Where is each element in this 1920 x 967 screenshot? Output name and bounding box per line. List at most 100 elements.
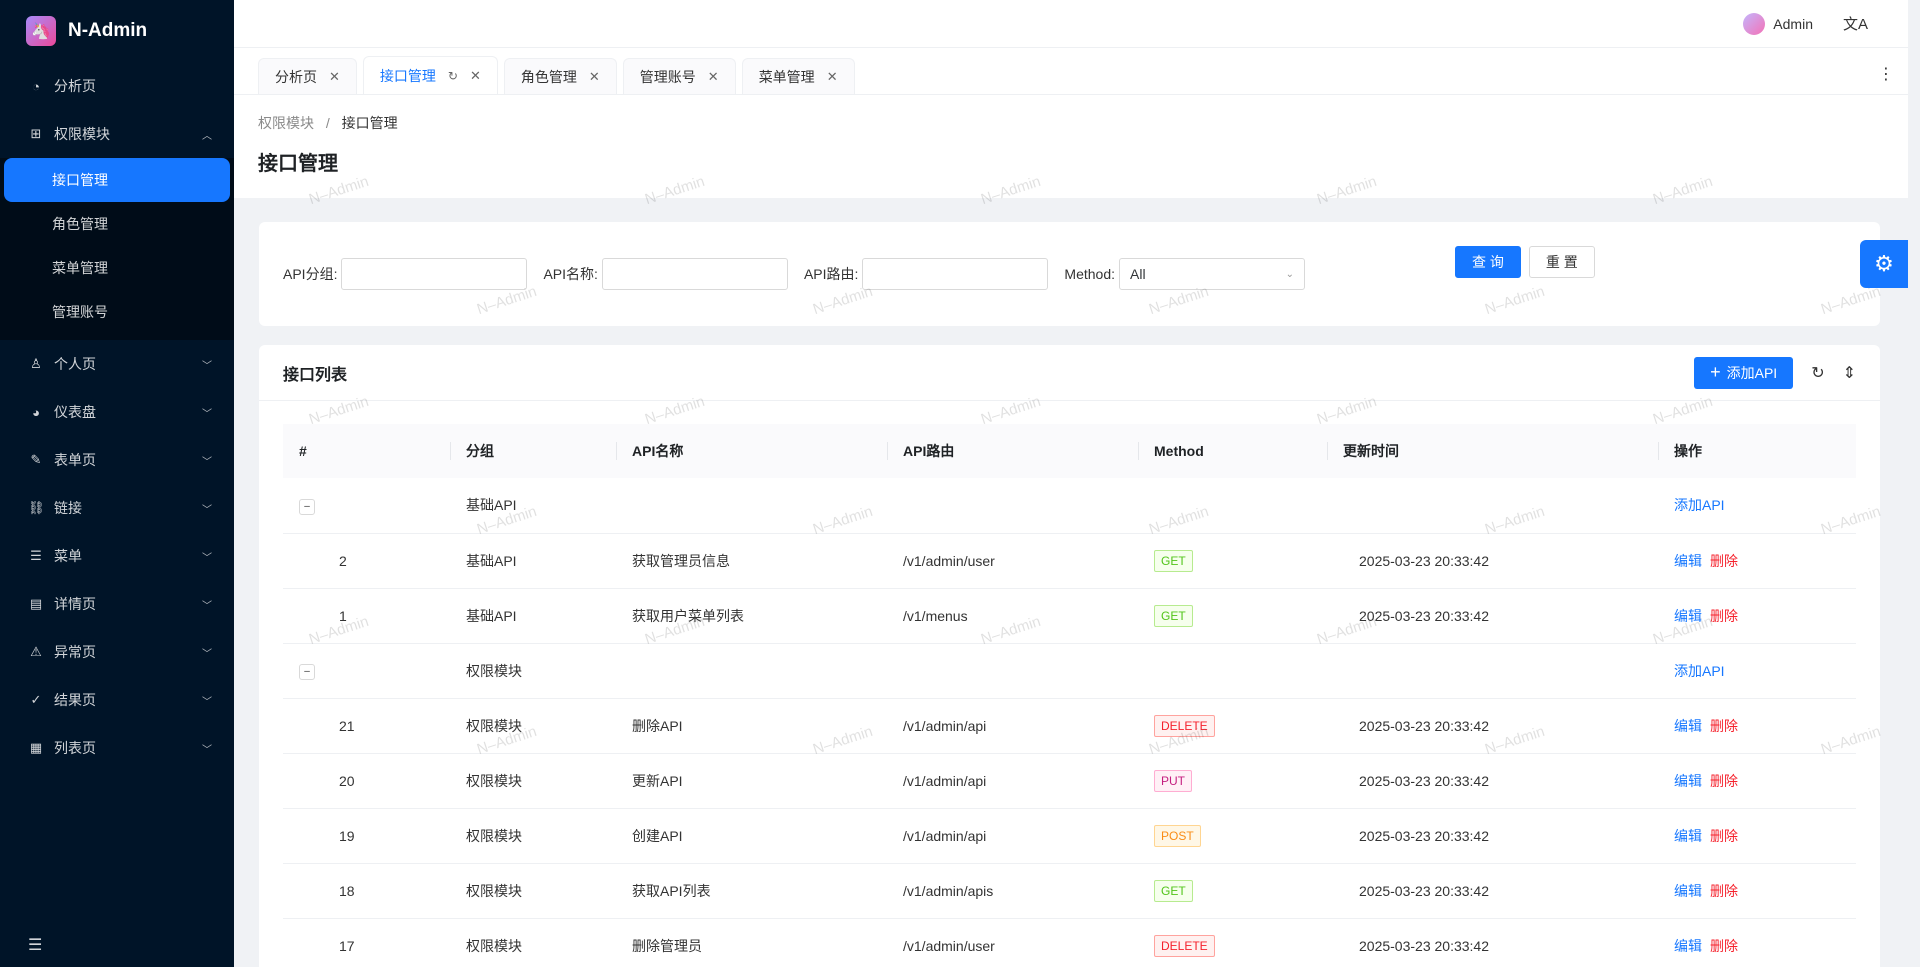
close-icon[interactable]: ✕: [827, 69, 838, 85]
api-path-input[interactable]: [862, 258, 1049, 290]
method-cell: DELETE: [1138, 698, 1327, 754]
chevron-down-icon: ﹀: [202, 456, 212, 468]
collapse-sidebar-icon[interactable]: ☰: [28, 935, 42, 955]
group-cell: 权限模块: [450, 918, 616, 967]
id-cell: 2: [283, 533, 450, 589]
sidebar-subitem-0[interactable]: 接口管理: [4, 158, 230, 202]
profile-icon: ▤: [29, 596, 43, 611]
tab-4[interactable]: 菜单管理 ✕: [741, 58, 855, 94]
refresh-icon[interactable]: ↻: [1811, 363, 1824, 383]
api-name-input[interactable]: [601, 258, 788, 290]
list-icon: ☰: [30, 548, 42, 563]
reload-icon[interactable]: ↻: [448, 69, 458, 83]
table-row: 20 权限模块 更新API/v1/admin/api PUT 2025-03-23 20…: [283, 753, 1856, 809]
sidebar-item-0[interactable]: ◔ 分析页: [0, 62, 234, 110]
tab-0[interactable]: 分析页 ✕: [258, 58, 357, 94]
collapse-row-icon[interactable]: –: [299, 663, 315, 680]
chevron-down-icon: ﹀: [202, 744, 212, 756]
sidebar-item-label: 仪表盘: [54, 404, 96, 420]
sidebar-item-3[interactable]: ◕ 仪表盘 ﹀: [0, 388, 234, 436]
group-cell: 权限模块: [450, 698, 616, 754]
add-api-row-link[interactable]: 添加API: [1674, 663, 1725, 679]
sidebar-subitem-1[interactable]: 角色管理: [0, 202, 234, 246]
logo[interactable]: 🦄 N-Admin: [0, 0, 234, 62]
sidebar-item-label: 结果页: [54, 692, 96, 708]
close-icon[interactable]: ✕: [329, 69, 340, 85]
api-name-label: API名称:: [543, 266, 598, 282]
collapse-row-icon[interactable]: –: [299, 498, 315, 515]
sidebar-item-4[interactable]: ✎ 表单页 ﹀: [0, 436, 234, 484]
tab-list: 分析页 ✕ 接口管理 ↻ ✕ 角色管理 ✕ 管理账号 ✕ 菜单管理 ✕: [258, 56, 861, 94]
sidebar-item-9[interactable]: ✓ 结果页 ﹀: [0, 676, 234, 724]
breadcrumb-separator: /: [325, 115, 330, 131]
api-group-input[interactable]: [341, 258, 528, 290]
sidebar-subitem-3[interactable]: 管理账号: [0, 290, 234, 334]
action-cell: 编辑 删除: [1658, 698, 1856, 754]
sidebar-item-label: 分析页: [54, 78, 96, 94]
tab-2[interactable]: 角色管理 ✕: [503, 58, 617, 94]
method-field: Method: All ⌄: [1064, 258, 1305, 290]
action-cell: 编辑 删除: [1658, 533, 1856, 589]
breadcrumb-parent[interactable]: 权限模块: [258, 115, 314, 131]
group-cell: 基础API: [450, 588, 616, 644]
delete-link[interactable]: 删除: [1710, 773, 1738, 789]
edit-link[interactable]: 编辑: [1674, 828, 1702, 844]
edit-link[interactable]: 编辑: [1674, 718, 1702, 734]
tab-label: 接口管理: [379, 67, 436, 84]
path-cell: /v1/admin/api: [887, 698, 1138, 754]
column-height-icon[interactable]: ⇕: [1843, 363, 1856, 383]
sidebar-subitem-2[interactable]: 菜单管理: [0, 246, 234, 290]
delete-link[interactable]: 删除: [1710, 608, 1738, 624]
sidebar-menu: ◔ 分析页 ⊞ 权限模块 ︿ 接口管理 角色管理 菜单管理 管理账号 ♙ 个人页 ﹀ ◕ 仪表盘 ﹀ ✎ 表单页…: [0, 62, 234, 772]
sidebar-item-5[interactable]: ⛓ 链接 ﹀: [0, 484, 234, 532]
tab-1[interactable]: 接口管理 ↻ ✕: [362, 56, 498, 94]
edit-link[interactable]: 编辑: [1674, 773, 1702, 789]
table-icon: ▦: [29, 740, 43, 755]
sidebar-item-10[interactable]: ▦ 列表页 ﹀: [0, 724, 234, 772]
settings-gear-icon[interactable]: ⚙: [1860, 240, 1908, 288]
delete-link[interactable]: 删除: [1710, 938, 1738, 954]
group-cell: 权限模块: [450, 753, 616, 809]
action-cell: 编辑 删除: [1658, 808, 1856, 864]
empty-cell: [887, 643, 1138, 699]
sidebar-item-1[interactable]: ⊞ 权限模块 ︿: [0, 110, 234, 158]
query-button[interactable]: 查 询: [1455, 246, 1521, 278]
table-title: 接口列表: [283, 366, 348, 384]
reset-button[interactable]: 重 置: [1528, 246, 1595, 278]
close-icon[interactable]: ✕: [589, 69, 600, 85]
delete-link[interactable]: 删除: [1710, 718, 1738, 734]
column-header: Method: [1138, 424, 1327, 478]
close-icon[interactable]: ✕: [470, 68, 481, 84]
check-circle-icon: ✓: [30, 692, 42, 707]
delete-link[interactable]: 删除: [1710, 828, 1738, 844]
tab-label: 管理账号: [639, 68, 696, 85]
delete-link[interactable]: 删除: [1710, 553, 1738, 569]
sidebar-item-2[interactable]: ♙ 个人页 ﹀: [0, 340, 234, 388]
table-row: 1 基础API 获取用户菜单列表/v1/menus GET 2025-03-23 20:…: [283, 588, 1856, 644]
empty-cell: [1327, 643, 1658, 699]
method-select[interactable]: All ⌄: [1119, 258, 1305, 290]
delete-link[interactable]: 删除: [1710, 883, 1738, 899]
name-cell: 删除管理员: [616, 918, 887, 967]
user-menu[interactable]: Admin: [1743, 12, 1813, 35]
sidebar-item-8[interactable]: ⚠ 异常页 ﹀: [0, 628, 234, 676]
column-header: 更新时间: [1327, 424, 1658, 478]
edit-link[interactable]: 编辑: [1674, 883, 1702, 899]
action-cell: 编辑 删除: [1658, 918, 1856, 967]
edit-link[interactable]: 编辑: [1674, 553, 1702, 569]
edit-link[interactable]: 编辑: [1674, 608, 1702, 624]
close-icon[interactable]: ✕: [708, 69, 719, 85]
chevron-down-icon: ﹀: [202, 552, 212, 564]
tab-3[interactable]: 管理账号 ✕: [622, 58, 736, 94]
more-vertical-icon[interactable]: ⋮: [1878, 64, 1894, 84]
breadcrumb: 权限模块 / 接口管理: [258, 113, 1884, 133]
add-api-row-link[interactable]: 添加API: [1674, 497, 1725, 513]
edit-link[interactable]: 编辑: [1674, 938, 1702, 954]
table-row: 18 权限模块 获取API列表/v1/admin/apis GET 2025-03-23…: [283, 863, 1856, 919]
plus-icon: +: [1710, 362, 1721, 382]
table-group-row: – 基础API 添加API: [283, 478, 1856, 534]
add-api-button[interactable]: + 添加API: [1694, 356, 1794, 389]
sidebar-item-7[interactable]: ▤ 详情页 ﹀: [0, 580, 234, 628]
sidebar-item-6[interactable]: ☰ 菜单 ﹀: [0, 532, 234, 580]
translate-icon[interactable]: 文A: [1843, 13, 1868, 34]
